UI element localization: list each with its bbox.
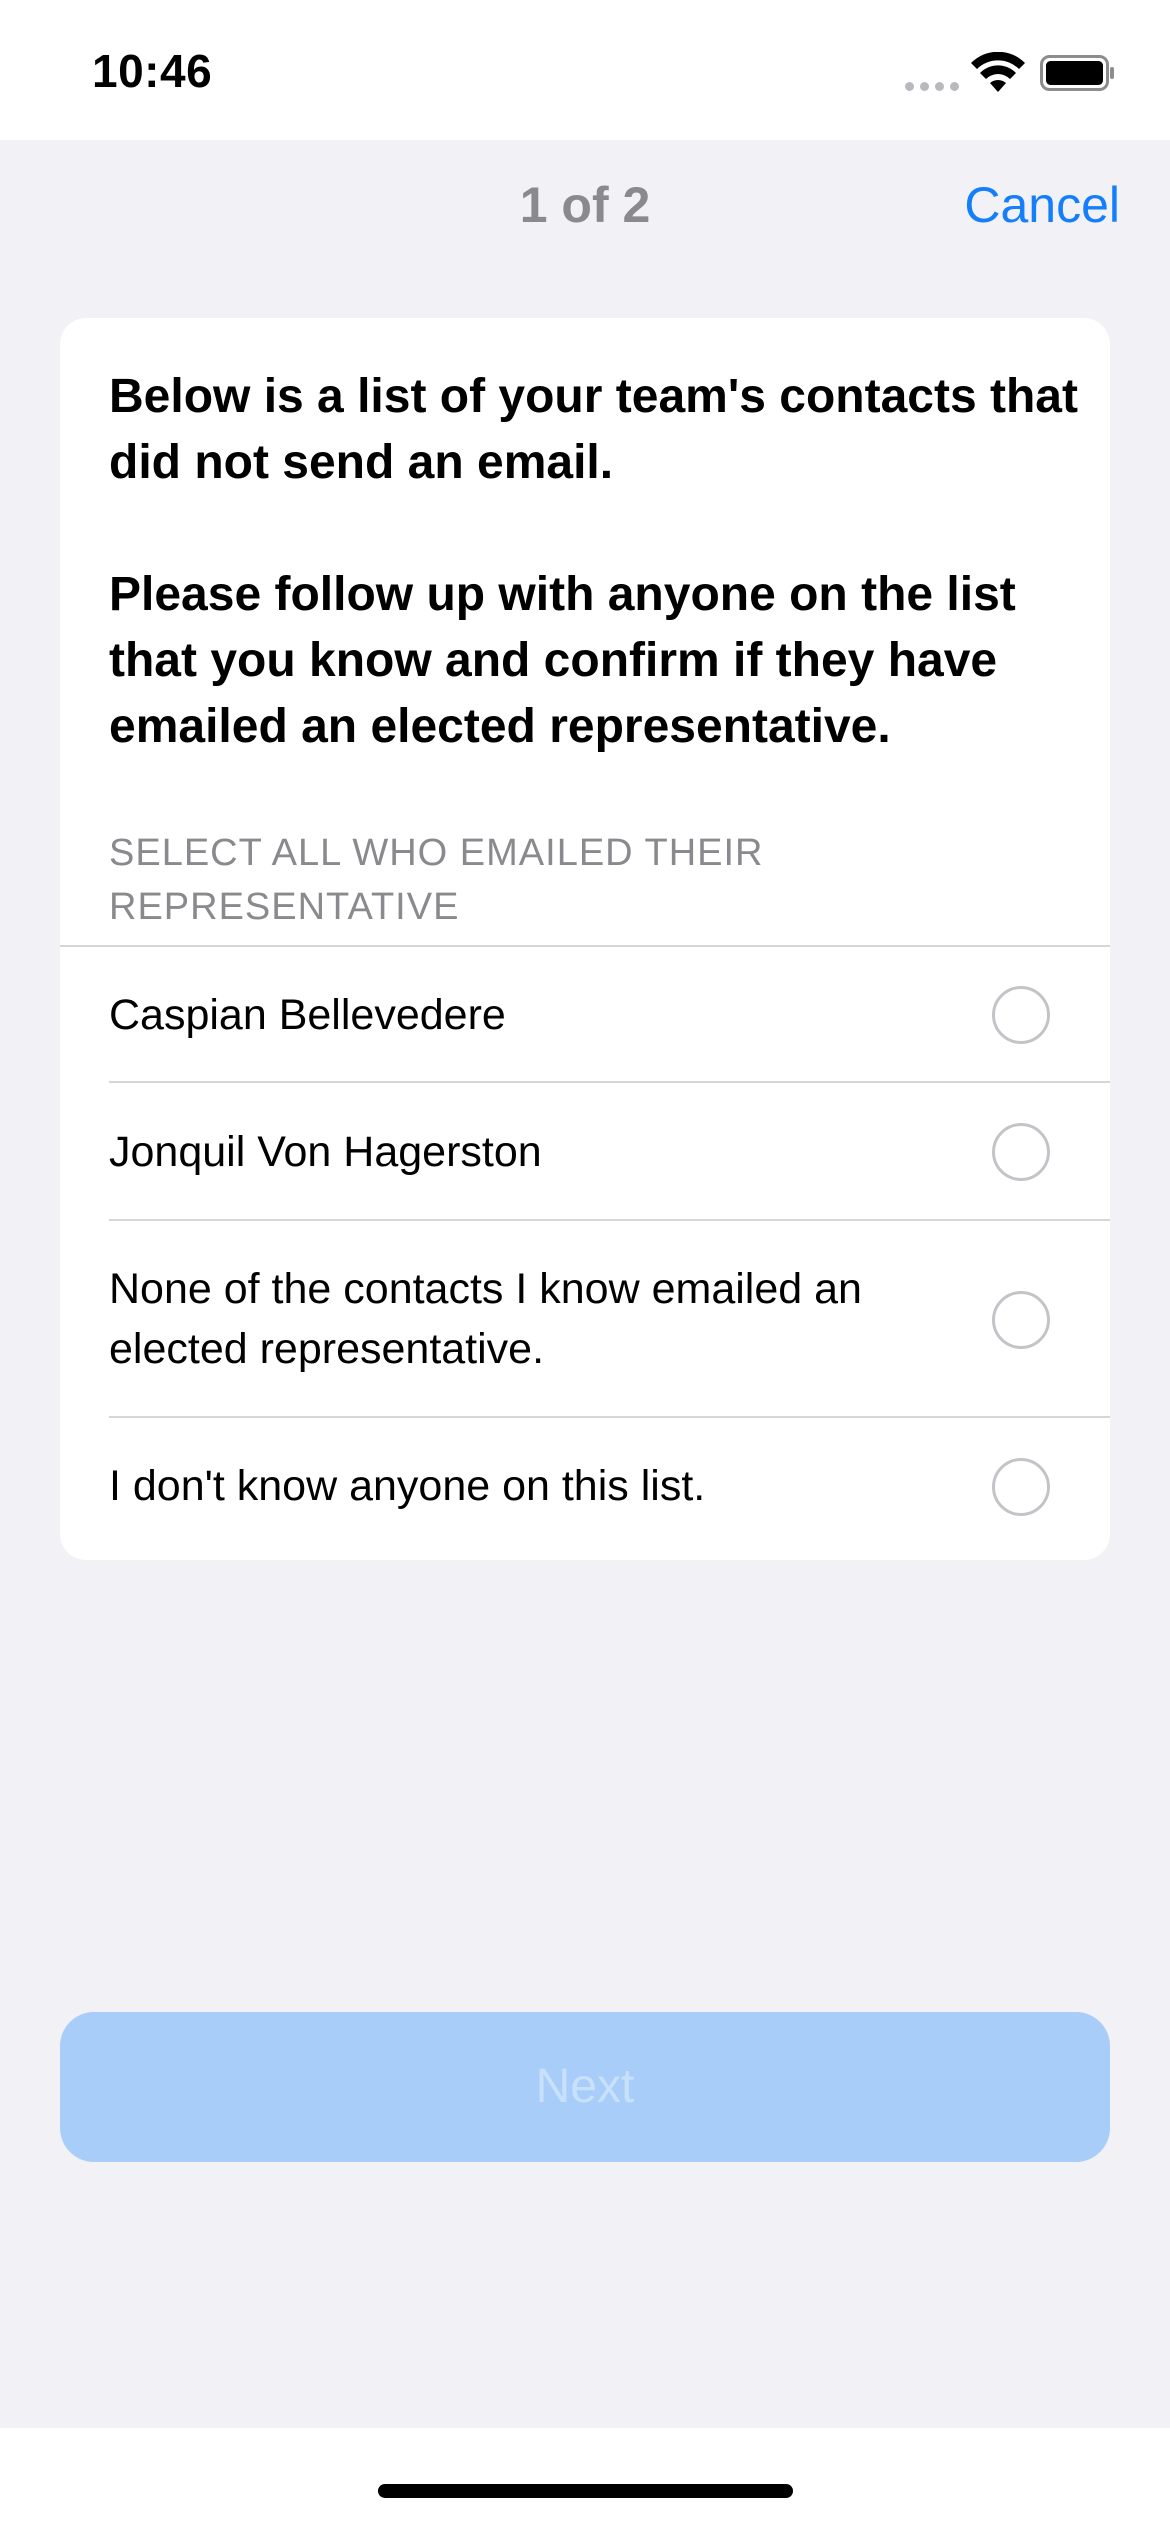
radio-circle-icon[interactable] [992, 1291, 1050, 1349]
option-row-dont-know-anyone[interactable]: I don't know anyone on this list. [60, 1418, 1110, 1558]
section-header: SELECT ALL WHO EMAILED THEIR REPRESENTAT… [109, 832, 764, 928]
option-label: Jonquil Von Hagerston [109, 1128, 542, 1176]
survey-card: Below is a list of your team's contacts … [60, 318, 1110, 1560]
option-row-none-emailed[interactable]: None of the contacts I know emailed an e… [60, 1221, 1110, 1418]
cancel-button[interactable]: Cancel [964, 176, 1120, 234]
option-label: I don't know anyone on this list. [109, 1462, 706, 1510]
home-indicator[interactable] [378, 2484, 793, 2498]
option-label: Caspian Bellevedere [109, 991, 506, 1039]
option-label: None of the contacts I know emailed an e… [109, 1265, 862, 1373]
radio-circle-icon[interactable] [992, 986, 1050, 1044]
navigation-bar: 1 of 2 Cancel [0, 140, 1170, 270]
intro-text: Below is a list of your team's contacts … [109, 364, 1089, 760]
battery-icon [1040, 55, 1114, 91]
signal-dots-icon [905, 82, 959, 91]
radio-circle-icon[interactable] [992, 1458, 1050, 1516]
wifi-icon [971, 52, 1025, 92]
option-row-jonquil-von-hagerston[interactable]: Jonquil Von Hagerston [60, 1083, 1110, 1221]
status-time: 10:46 [92, 45, 213, 97]
intro-paragraph-1: Below is a list of your team's contacts … [109, 370, 1078, 489]
home-indicator-area [0, 2428, 1170, 2532]
next-button[interactable]: Next [60, 2012, 1110, 2162]
status-bar: 10:46 [0, 0, 1170, 140]
intro-paragraph-2: Please follow up with anyone on the list… [109, 568, 1016, 753]
option-list: Caspian Bellevedere Jonquil Von Hagersto… [60, 945, 1110, 1558]
radio-circle-icon[interactable] [992, 1123, 1050, 1181]
option-row-caspian-bellevedere[interactable]: Caspian Bellevedere [60, 947, 1110, 1083]
